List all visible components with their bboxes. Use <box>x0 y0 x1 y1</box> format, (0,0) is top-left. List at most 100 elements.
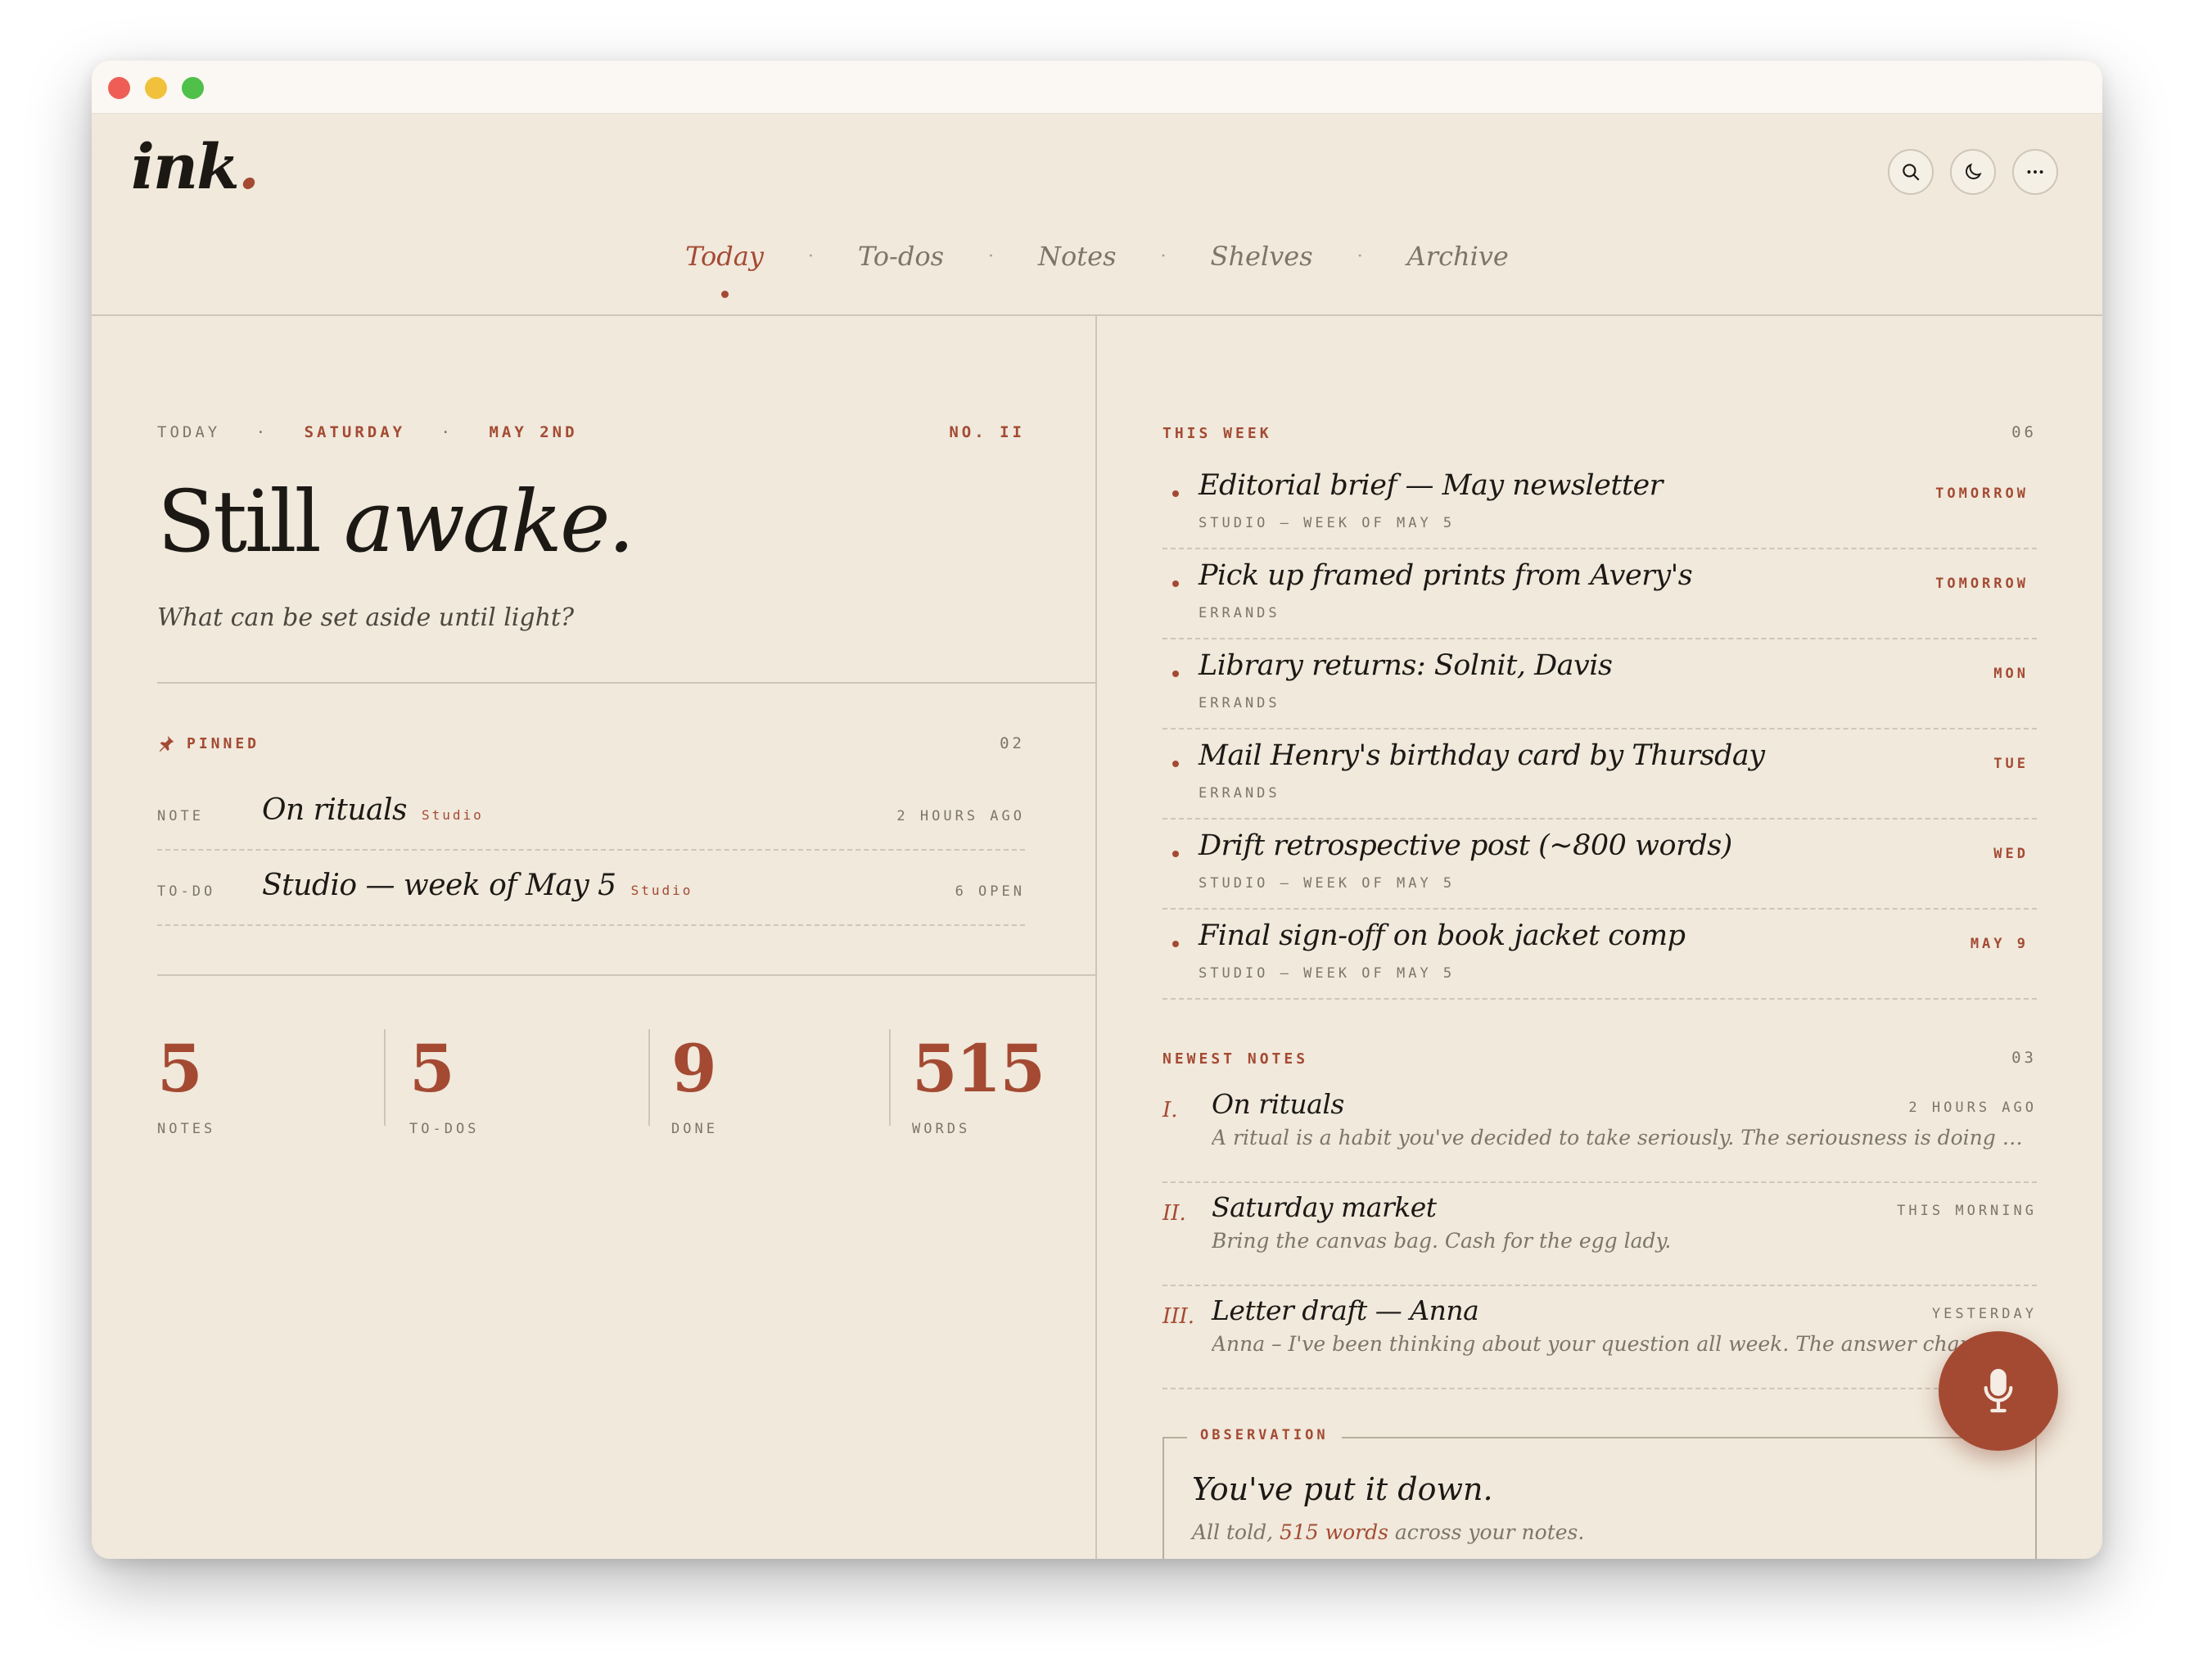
task-due: Wed <box>1993 846 2029 862</box>
task-title: Library returns: Solnit, Davis <box>1199 649 1613 682</box>
header-divider <box>92 314 2102 316</box>
pinned-count: 02 <box>1000 734 1025 752</box>
pinned-title-text: On rituals <box>262 793 407 827</box>
note-title: Saturday market <box>1212 1191 1437 1223</box>
stat-value: 5 <box>157 1030 203 1107</box>
observation-text-after: across your notes. <box>1394 1520 1585 1544</box>
newest-notes-count: 03 <box>2011 1049 2037 1067</box>
task-due: Mon <box>1993 666 2029 682</box>
note-excerpt: Anna – I've been thinking about your que… <box>1212 1332 2037 1356</box>
nav-separator: · <box>988 246 995 267</box>
task-due: Tomorrow <box>1935 576 2029 592</box>
pinned-tag: Studio <box>630 883 693 898</box>
note-number: II. <box>1162 1201 1186 1226</box>
note-item[interactable]: III. Letter draft — Anna Yesterday Anna … <box>1162 1285 2037 1389</box>
search-button[interactable] <box>1888 149 1934 195</box>
zoom-window-button[interactable] <box>182 77 204 99</box>
task-project: Studio — Week of May 5 <box>1199 515 1456 531</box>
task-project: Errands <box>1199 785 1280 802</box>
pinned-title: Studio — week of May 5 Studio <box>262 869 693 902</box>
issue-number: No. II <box>949 423 1025 441</box>
stat-divider <box>889 1029 891 1126</box>
minimize-window-button[interactable] <box>145 77 167 99</box>
task-item[interactable]: Final sign-off on book jacket comp Studi… <box>1162 908 2037 1000</box>
note-title: Letter draft — Anna <box>1212 1294 1479 1326</box>
stat-value: 9 <box>671 1030 717 1107</box>
task-title: Pick up framed prints from Avery's <box>1199 559 1693 592</box>
nav-separator: · <box>1160 246 1167 267</box>
stat-notes[interactable]: 5 Notes <box>157 1036 215 1137</box>
note-item[interactable]: I. On rituals 2 hours ago A ritual is a … <box>1162 1078 2037 1183</box>
nav-separator: · <box>807 246 814 267</box>
stat-todos[interactable]: 5 To-dos <box>409 1036 479 1137</box>
task-title: Editorial brief — May newsletter <box>1199 469 1663 502</box>
date-separator: · <box>440 423 454 441</box>
theme-toggle-button[interactable] <box>1950 149 1996 195</box>
task-title: Drift retrospective post (~800 words) <box>1199 829 1732 862</box>
task-title: Mail Henry's birthday card by Thursday <box>1199 739 1765 772</box>
date-separator: · <box>255 423 269 441</box>
task-bullet <box>1172 761 1179 767</box>
this-week-header: This week <box>1162 425 1272 442</box>
task-bullet <box>1172 851 1179 857</box>
task-item[interactable]: Mail Henry's birthday card by Thursday E… <box>1162 728 2037 820</box>
tab-todos[interactable]: To-dos <box>853 241 949 272</box>
note-item[interactable]: II. Saturday market This morning Bring t… <box>1162 1181 2037 1286</box>
task-bullet <box>1172 671 1179 677</box>
page-title: Still awake. <box>157 479 635 564</box>
pin-icon <box>159 735 174 752</box>
note-time: 2 hours ago <box>1908 1100 2037 1116</box>
date-today-label: Today <box>157 423 221 441</box>
voice-record-button[interactable] <box>1939 1331 2058 1451</box>
task-item[interactable]: Drift retrospective post (~800 words) St… <box>1162 818 2037 910</box>
date-day: May 2nd <box>489 423 578 441</box>
pinned-kind: Note <box>157 808 204 824</box>
pinned-item[interactable]: Note On rituals Studio 2 hours ago <box>157 774 1025 851</box>
pinned-title-text: Studio — week of May 5 <box>262 869 616 902</box>
pinned-item[interactable]: To-do Studio — week of May 5 Studio 6 ope… <box>157 849 1025 926</box>
main-nav: Today · To-dos · Notes · Shelves · Archi… <box>92 241 2102 298</box>
observation-title: You've put it down. <box>1192 1471 1493 1507</box>
stat-done[interactable]: 9 Done <box>671 1036 718 1137</box>
stat-divider <box>648 1029 650 1126</box>
stat-words[interactable]: 515 Words <box>912 1036 1045 1137</box>
logo-dot: . <box>237 130 260 203</box>
close-window-button[interactable] <box>108 77 130 99</box>
task-bullet <box>1172 580 1179 587</box>
stat-label: Words <box>912 1121 971 1137</box>
pinned-meta: 2 hours ago <box>896 808 1025 824</box>
task-item[interactable]: Editorial brief — May newsletter Studio … <box>1162 458 2037 549</box>
pinned-label: Pinned <box>187 734 260 752</box>
task-bullet <box>1172 490 1179 497</box>
observation-card: Observation You've put it down. All told… <box>1162 1427 2037 1559</box>
observation-text: All told, 515 words across your notes. <box>1192 1520 1584 1544</box>
this-week-count: 06 <box>2011 423 2037 441</box>
note-time: Yesterday <box>1931 1306 2037 1322</box>
more-button[interactable] <box>2012 149 2058 195</box>
date-line: Today · Saturday · May 2nd <box>157 423 601 441</box>
more-icon <box>2027 170 2043 174</box>
stat-label: To-dos <box>409 1121 480 1137</box>
task-bullet <box>1172 941 1179 947</box>
pinned-title: On rituals Studio <box>262 793 484 827</box>
tab-shelves[interactable]: Shelves <box>1206 241 1318 272</box>
task-title: Final sign-off on book jacket comp <box>1199 919 1686 952</box>
pinned-tag: Studio <box>421 807 484 823</box>
tab-notes[interactable]: Notes <box>1033 241 1121 272</box>
task-item[interactable]: Pick up framed prints from Avery's Erran… <box>1162 548 2037 639</box>
task-project: Studio — Week of May 5 <box>1199 965 1456 982</box>
nav-separator: · <box>1357 246 1363 267</box>
app-window: ink. Today · To-dos · Notes · Shelves · … <box>92 61 2102 1559</box>
date-weekday: Saturday <box>304 423 406 441</box>
note-title: On rituals <box>1212 1088 1344 1120</box>
stat-label: Notes <box>157 1121 216 1137</box>
logo-text: ink <box>131 130 240 203</box>
tab-today[interactable]: Today <box>680 241 769 298</box>
title-bar <box>92 61 2102 114</box>
moon-icon <box>1966 163 1982 179</box>
app-logo[interactable]: ink. <box>131 136 260 198</box>
tab-archive[interactable]: Archive <box>1402 241 1514 272</box>
task-item[interactable]: Library returns: Solnit, Davis Errands M… <box>1162 638 2037 729</box>
headline-plain: Still <box>157 472 322 571</box>
stat-divider <box>384 1029 386 1126</box>
